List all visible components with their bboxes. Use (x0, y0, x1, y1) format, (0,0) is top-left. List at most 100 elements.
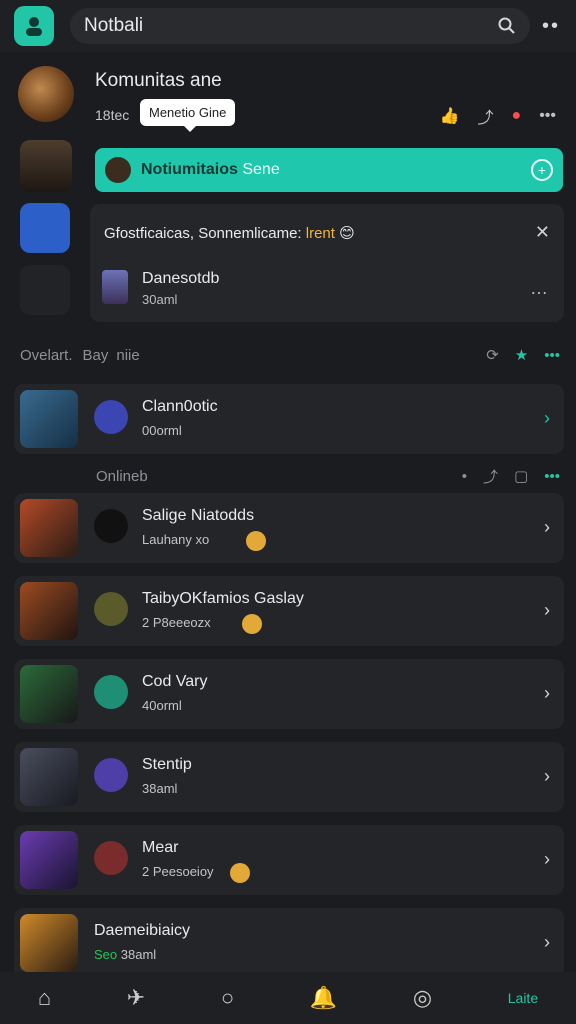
player-avatar (94, 758, 128, 792)
card-sub-time: 38aml (120, 947, 157, 962)
card-sub: 38aml (142, 781, 178, 796)
online-header: Onlineb • ⤴ ▢ ••• (20, 464, 560, 488)
star-icon[interactable]: ★ (515, 346, 528, 364)
card-sub-prefix: Seo (94, 947, 118, 962)
card-sub: 00orml (142, 423, 182, 438)
more-icon[interactable]: ••• (539, 107, 556, 125)
chevron-right-icon[interactable]: › (544, 683, 550, 704)
section-actions: ⟳ ★ ••• (486, 346, 560, 365)
top-bar: Notbali •• (0, 0, 576, 52)
user-alert-icon[interactable]: ● (512, 107, 522, 125)
card-title: Daemeibiaicy (94, 922, 191, 939)
app-title: Notbali (84, 15, 144, 36)
game-cover (20, 748, 78, 806)
online-actions: • ⤴ ▢ ••• (462, 466, 560, 487)
home-icon[interactable]: ⌂ (38, 985, 51, 1011)
banner-title: Notiumitaios (141, 161, 238, 178)
card-sub: 40orml (142, 698, 182, 713)
profile-icon (26, 17, 42, 36)
game-cover (20, 831, 78, 889)
game-card[interactable]: Salige Niatodds Lauhany xo › (14, 493, 564, 563)
community-meta: 18tec (95, 107, 130, 123)
share-icon[interactable]: ⤴ (483, 466, 498, 487)
section-label-mid: Bay (82, 346, 109, 364)
dot-icon: • (461, 467, 468, 485)
card-sub: Lauhany xo (142, 532, 210, 547)
side-avatar-2[interactable] (20, 203, 70, 253)
compass-icon[interactable]: ◎ (413, 985, 432, 1011)
emoji-icon (242, 614, 262, 634)
more-icon[interactable]: ••• (544, 347, 560, 364)
player-avatar (94, 509, 128, 543)
circle-icon[interactable]: ○ (221, 985, 234, 1011)
header-actions: 👍 ⤴ ● ••• (440, 104, 556, 128)
square-icon[interactable]: ▢ (514, 467, 528, 485)
card-title: Clann0otic (142, 398, 218, 415)
chevron-right-icon[interactable]: › (544, 849, 550, 870)
player-avatar (94, 592, 128, 626)
more-icon[interactable]: •• (542, 15, 560, 38)
side-avatar-1[interactable] (20, 140, 72, 192)
profile-avatar[interactable] (14, 6, 54, 46)
player-avatar (94, 841, 128, 875)
notification-banner[interactable]: Notiumitaios Sene + (95, 148, 563, 192)
card-title: Cod Vary (142, 673, 208, 690)
community-title: Komunitas ane (95, 70, 222, 91)
card-title: TaibyOKfamios Gaslay (142, 590, 304, 607)
more-icon[interactable]: ••• (544, 468, 560, 485)
game-card[interactable]: Clann0otic 00orml › (14, 384, 564, 454)
bell-icon[interactable]: 🔔 (310, 985, 337, 1011)
game-cover (20, 390, 78, 448)
close-icon[interactable]: ✕ (535, 222, 550, 243)
send-icon[interactable]: ✈ (127, 985, 145, 1011)
tooltip: Menetio Gine (140, 99, 236, 132)
chevron-right-icon[interactable]: › (544, 932, 550, 953)
notification-thumb (102, 270, 128, 304)
banner-text: Notiumitaios Sene (141, 161, 280, 179)
emoji-icon: 😊 (339, 225, 355, 242)
game-card[interactable]: Stentip 38aml › (14, 742, 564, 812)
game-card[interactable]: Mear 2 Peesoeioy › (14, 825, 564, 895)
game-cover (20, 914, 78, 972)
card-sub: Seo 38aml (94, 947, 156, 962)
more-icon[interactable]: … (530, 278, 550, 299)
section-label: Ovelart. (20, 346, 73, 364)
chevron-right-icon[interactable]: › (544, 408, 550, 429)
emoji-icon (246, 531, 266, 551)
notification-message: Gfostficaicas, Sonnemlicame: (104, 225, 302, 242)
chevron-right-icon[interactable]: › (544, 766, 550, 787)
game-card[interactable]: Cod Vary 40orml › (14, 659, 564, 729)
search-icon[interactable] (498, 17, 516, 35)
game-cover (20, 582, 78, 640)
search-bar[interactable]: Notbali (70, 8, 530, 44)
community-avatar[interactable] (18, 66, 74, 122)
share-icon[interactable]: ⤴ (478, 104, 494, 128)
card-sub: 2 Peesoeioy (142, 864, 214, 879)
section-header: Ovelart. Bay niie ⟳ ★ ••• (20, 343, 560, 367)
online-label: Onlineb (96, 467, 148, 485)
side-avatar-3[interactable] (20, 265, 70, 315)
game-card[interactable]: TaibyOKfamios Gaslay 2 P8eeeozx › (14, 576, 564, 646)
notification-tag: lrent (305, 225, 335, 242)
refresh-icon[interactable]: ⟳ (486, 346, 499, 364)
notification-card: Gfostficaicas, Sonnemlicame: lrent 😊 ✕ D… (90, 204, 564, 322)
community-header: Komunitas ane 18tec 👍 ⤴ ● ••• (0, 60, 576, 130)
notification-text: Gfostficaicas, Sonnemlicame: lrent 😊 (104, 224, 355, 242)
game-card[interactable]: Daemeibiaicy Seo 38aml › (14, 908, 564, 978)
section-label-right: niie (116, 346, 140, 364)
banner-avatar (105, 157, 131, 183)
chevron-right-icon[interactable]: › (544, 600, 550, 621)
thumb-icon[interactable]: 👍 (440, 106, 460, 126)
chevron-right-icon[interactable]: › (544, 517, 550, 538)
card-title: Mear (142, 839, 179, 856)
game-cover (20, 665, 78, 723)
notification-time: 30aml (142, 292, 178, 307)
notification-name: Danesotdb (142, 270, 220, 287)
player-avatar (94, 675, 128, 709)
plus-circle-icon[interactable]: + (531, 159, 553, 181)
live-button[interactable]: Laite (508, 990, 538, 1006)
banner-suffix: Sene (242, 161, 280, 178)
card-title: Salige Niatodds (142, 507, 255, 524)
player-avatar (94, 400, 128, 434)
game-cover (20, 499, 78, 557)
